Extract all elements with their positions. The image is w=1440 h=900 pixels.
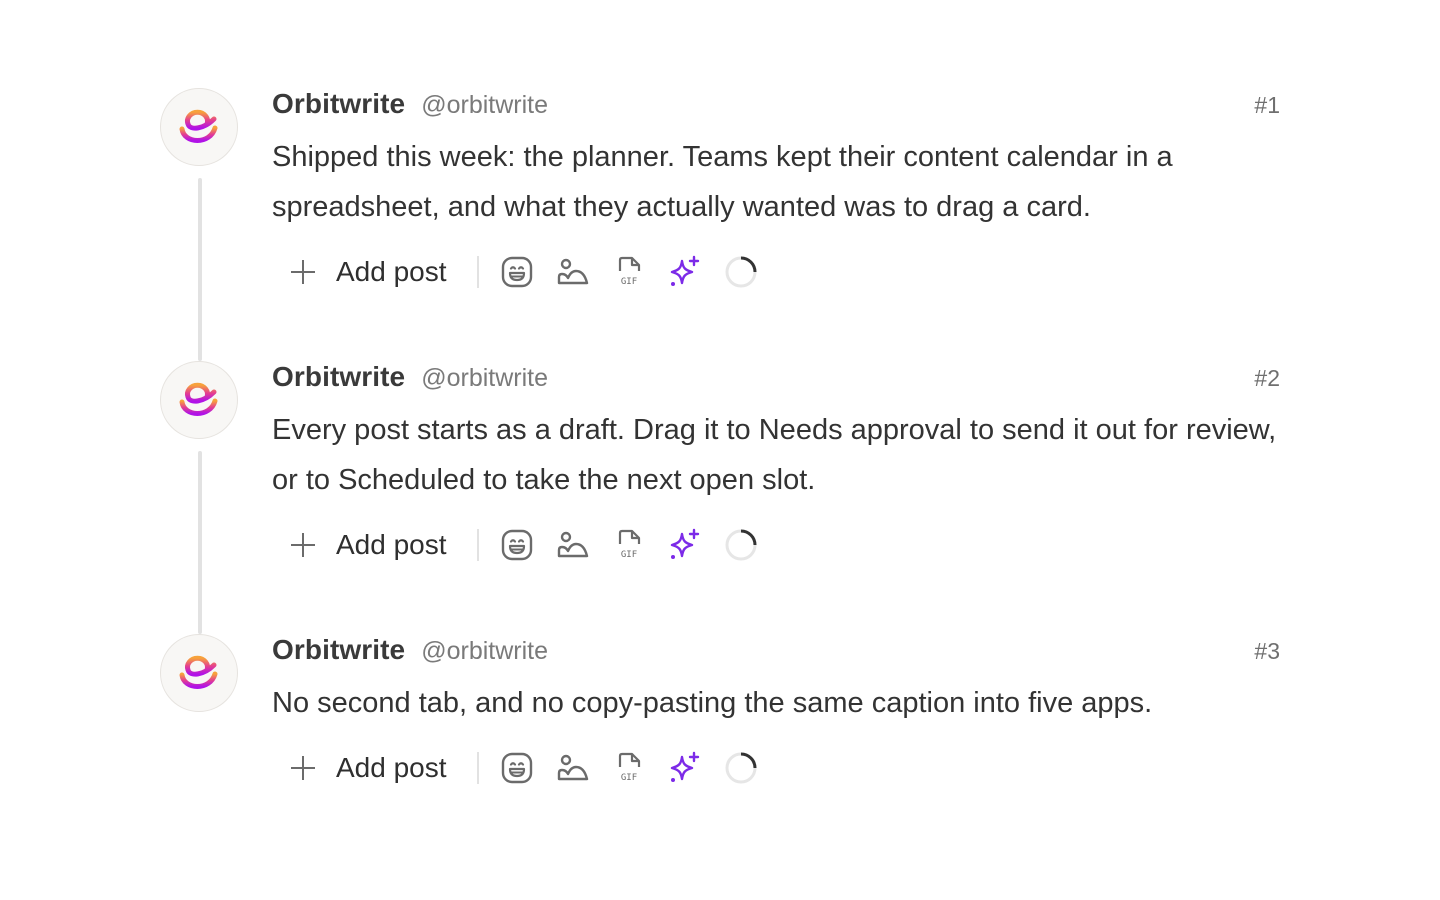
thread-connector [198, 451, 202, 634]
toolbar-divider [476, 529, 479, 561]
author-name: Orbitwrite [272, 634, 406, 665]
post-text[interactable]: Shipped this week: the planner. Teams ke… [272, 132, 1280, 232]
gif-button[interactable]: GIF [609, 252, 649, 292]
character-count-indicator [721, 748, 761, 788]
toolbar-divider [476, 256, 479, 288]
char-count-ring-icon [725, 529, 757, 561]
character-count-indicator [721, 252, 761, 292]
post-content: Orbitwrite @orbitwrite #2 Every post sta… [272, 361, 1280, 567]
plus-icon [290, 259, 316, 285]
thread-connector [198, 178, 202, 361]
post-number: #3 [1254, 638, 1280, 664]
avatar[interactable] [160, 634, 238, 712]
post-header: Orbitwrite @orbitwrite #2 [272, 361, 1280, 395]
svg-text:GIF: GIF [620, 773, 636, 783]
image-button[interactable] [553, 525, 593, 565]
add-post-label: Add post [336, 529, 447, 560]
char-count-ring-icon [725, 752, 757, 784]
add-post-button[interactable]: Add post [290, 752, 447, 784]
post-text[interactable]: No second tab, and no copy-pasting the s… [272, 678, 1280, 728]
image-icon [557, 754, 588, 781]
character-count-indicator [721, 525, 761, 565]
author-name: Orbitwrite [272, 88, 406, 119]
plus-icon [290, 755, 316, 781]
gif-icon: GIF [618, 256, 640, 287]
post-number: #1 [1254, 92, 1280, 118]
post-rail [160, 88, 240, 361]
post-toolbar: Add post GIF [290, 250, 1280, 294]
image-icon [557, 531, 588, 558]
image-icon [557, 258, 588, 285]
image-button[interactable] [553, 252, 593, 292]
thread-post: Orbitwrite @orbitwrite #2 Every post sta… [160, 361, 1280, 634]
orbitwrite-logo-icon [179, 655, 218, 689]
ai-sparkle-icon [670, 255, 699, 286]
ai-sparkle-icon [670, 751, 699, 782]
char-count-ring-icon [725, 256, 757, 288]
post-content: Orbitwrite @orbitwrite #3 No second tab,… [272, 634, 1280, 790]
plus-icon [290, 532, 316, 558]
toolbar-divider [476, 752, 479, 784]
author-handle: @orbitwrite [421, 91, 549, 119]
post-text[interactable]: Every post starts as a draft. Drag it to… [272, 405, 1280, 505]
author-name: Orbitwrite [272, 361, 406, 392]
add-post-label: Add post [336, 256, 447, 287]
image-button[interactable] [553, 748, 593, 788]
emoji-icon [501, 752, 532, 784]
gif-button[interactable]: GIF [609, 525, 649, 565]
ai-sparkle-icon [670, 528, 699, 559]
post-rail [160, 634, 240, 834]
gif-icon: GIF [618, 529, 640, 560]
thread-post: Orbitwrite @orbitwrite #1 Shipped this w… [160, 88, 1280, 361]
gif-icon: GIF [618, 752, 640, 783]
post-header: Orbitwrite @orbitwrite #1 [272, 88, 1280, 122]
orbitwrite-logo-icon [179, 109, 218, 143]
svg-text:GIF: GIF [620, 550, 636, 560]
post-number: #2 [1254, 365, 1280, 391]
add-post-label: Add post [336, 752, 447, 783]
ai-assist-button[interactable] [665, 252, 705, 292]
emoji-icon [501, 256, 532, 288]
add-post-button[interactable]: Add post [290, 529, 447, 561]
emoji-button[interactable] [497, 252, 537, 292]
orbitwrite-logo-icon [179, 382, 218, 416]
post-rail [160, 361, 240, 634]
emoji-button[interactable] [497, 748, 537, 788]
emoji-icon [501, 529, 532, 561]
avatar[interactable] [160, 88, 238, 166]
gif-button[interactable]: GIF [609, 748, 649, 788]
post-toolbar: Add post GIF [290, 746, 1280, 790]
avatar[interactable] [160, 361, 238, 439]
author-handle: @orbitwrite [421, 364, 549, 392]
thread-post: Orbitwrite @orbitwrite #3 No second tab,… [160, 634, 1280, 834]
ai-assist-button[interactable] [665, 525, 705, 565]
post-header: Orbitwrite @orbitwrite #3 [272, 634, 1280, 668]
post-content: Orbitwrite @orbitwrite #1 Shipped this w… [272, 88, 1280, 294]
author-handle: @orbitwrite [421, 637, 549, 665]
post-thread: Orbitwrite @orbitwrite #1 Shipped this w… [160, 88, 1280, 834]
svg-text:GIF: GIF [620, 277, 636, 287]
emoji-button[interactable] [497, 525, 537, 565]
add-post-button[interactable]: Add post [290, 256, 447, 288]
ai-assist-button[interactable] [665, 748, 705, 788]
post-toolbar: Add post GIF [290, 523, 1280, 567]
